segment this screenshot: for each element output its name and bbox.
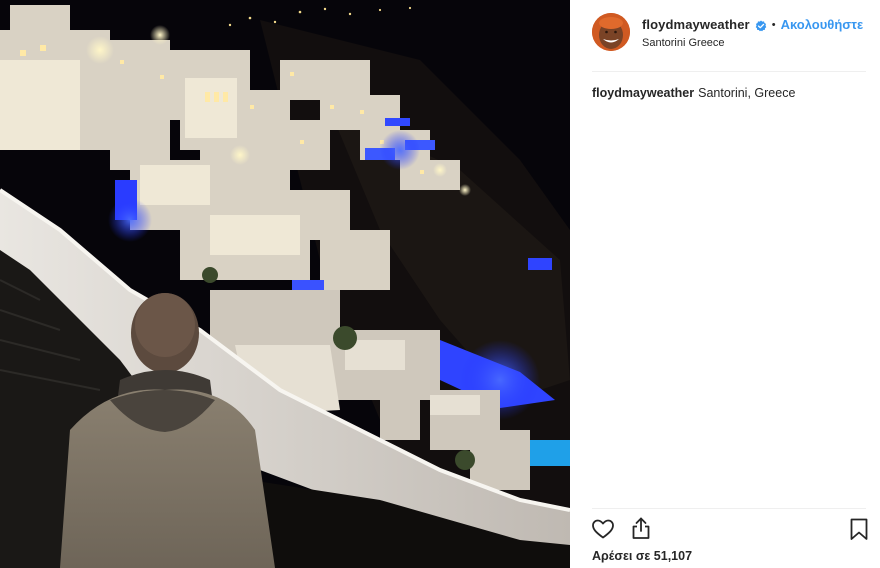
verified-badge-icon [755, 19, 767, 31]
heart-outline-icon [592, 519, 614, 539]
post-caption: floydmayweather Santorini, Greece [592, 86, 795, 100]
header-divider [592, 71, 866, 72]
share-upload-icon [632, 517, 650, 539]
likes-count[interactable]: Αρέσει σε 51,107 [592, 549, 692, 563]
header-separator: • [771, 18, 776, 31]
caption-username[interactable]: floydmayweather [592, 86, 694, 100]
header-user-line: floydmayweather • Ακολουθήστε [642, 17, 863, 32]
header-username[interactable]: floydmayweather [642, 17, 750, 32]
save-button[interactable] [846, 516, 872, 542]
avatar-image [592, 13, 630, 51]
share-button[interactable] [628, 515, 654, 541]
santorini-night-photo [0, 0, 570, 568]
avatar[interactable] [592, 13, 630, 51]
actions-divider [592, 508, 866, 509]
instagram-post: floydmayweather • Ακολουθήστε Santorini … [0, 0, 880, 568]
post-side-panel: floydmayweather • Ακολουθήστε Santorini … [570, 0, 880, 568]
post-photo[interactable] [0, 0, 570, 568]
post-header: floydmayweather • Ακολουθήστε Santorini … [570, 0, 880, 72]
caption-text: Santorini, Greece [698, 86, 796, 100]
bookmark-outline-icon [850, 518, 868, 540]
follow-button[interactable]: Ακολουθήστε [781, 17, 864, 32]
location-link[interactable]: Santorini Greece [642, 37, 725, 49]
like-button[interactable] [590, 516, 616, 542]
